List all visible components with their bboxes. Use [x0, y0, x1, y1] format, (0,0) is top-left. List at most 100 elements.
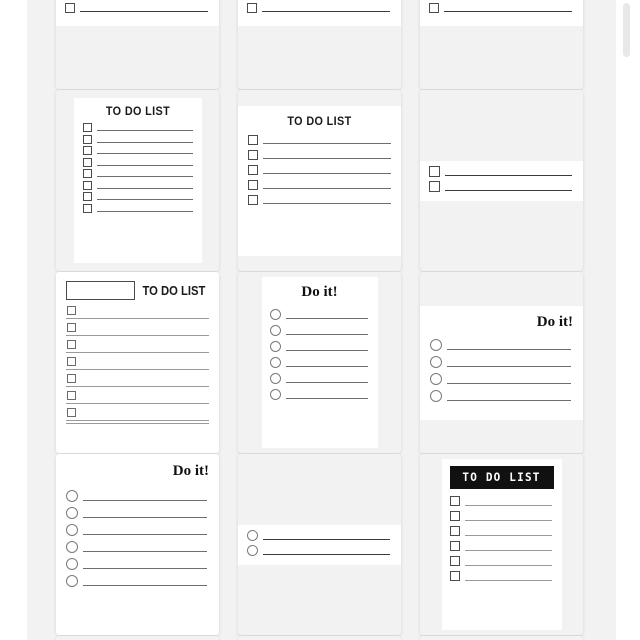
checkbox-marker-icon[interactable]	[82, 169, 92, 178]
writing-line	[285, 366, 368, 367]
template-title-banner: TO DO LIST	[449, 466, 554, 489]
writing-line	[464, 565, 552, 566]
template-preview	[238, 0, 401, 26]
list-item	[269, 357, 370, 368]
vertical-scrollbar-thumb[interactable]	[623, 3, 630, 57]
checkbox-marker-icon[interactable]	[248, 164, 258, 175]
checkbox-marker-icon[interactable]	[82, 180, 92, 190]
template-title: TO DO LIST	[287, 115, 352, 128]
checkbox-marker-icon[interactable]	[67, 340, 76, 349]
checkbox-marker-icon[interactable]	[67, 357, 76, 366]
checkbox-marker-icon[interactable]	[82, 123, 92, 132]
template-do-it-6-circles-right[interactable]: Do it!	[56, 454, 219, 635]
list-item	[269, 373, 370, 384]
list-item	[430, 389, 573, 402]
template-banner-partial-3[interactable]	[420, 636, 583, 640]
checkbox-marker-icon[interactable]	[247, 2, 257, 13]
radio-marker-icon[interactable]	[269, 373, 281, 384]
radio-marker-icon[interactable]	[66, 524, 78, 536]
writing-line	[464, 505, 552, 506]
radio-marker-icon[interactable]	[430, 389, 442, 402]
list-item	[248, 134, 391, 145]
template-gallery-scroll-area[interactable]: TO DO LIST TO DO LIST TO DO LIST Do it! Do i…	[27, 0, 616, 640]
radio-marker-icon[interactable]	[247, 544, 258, 556]
radio-marker-icon[interactable]	[247, 529, 258, 541]
checkbox-marker-icon[interactable]	[248, 179, 258, 190]
template-title: Do it!	[172, 463, 209, 479]
radio-marker-icon[interactable]	[66, 490, 78, 502]
writing-line	[96, 210, 193, 212]
template-item-list	[82, 123, 193, 213]
template-checkbox-3-lines-alt[interactable]	[238, 0, 401, 89]
radio-marker-icon[interactable]	[66, 558, 78, 570]
radio-marker-icon[interactable]	[269, 357, 281, 368]
template-minimal-2-circles[interactable]	[238, 454, 401, 635]
template-item-list	[430, 338, 573, 402]
template-todo-list-8-checkboxes[interactable]: TO DO LIST	[56, 90, 219, 271]
list-item	[66, 507, 209, 519]
checkbox-marker-icon[interactable]	[449, 496, 460, 506]
template-do-it-6-circles[interactable]: Do it!	[238, 272, 401, 453]
template-todo-list-boxed-title[interactable]: TO DO LIST	[56, 272, 219, 453]
checkbox-marker-icon[interactable]	[429, 2, 439, 13]
writing-line	[83, 551, 207, 552]
template-item-list	[247, 529, 392, 556]
title-input-box[interactable]	[66, 281, 136, 300]
vertical-scrollbar-track[interactable]	[623, 0, 636, 640]
checkbox-marker-icon[interactable]	[449, 511, 460, 521]
list-item	[82, 180, 193, 190]
checkbox-marker-icon[interactable]	[82, 203, 92, 213]
template-item-list	[247, 0, 392, 13]
checkbox-marker-icon[interactable]	[429, 180, 440, 192]
template-item-list	[248, 134, 391, 205]
template-banner-partial-2[interactable]	[238, 636, 401, 640]
radio-marker-icon[interactable]	[269, 341, 281, 352]
radio-marker-icon[interactable]	[66, 541, 78, 553]
checkbox-marker-icon[interactable]	[82, 157, 92, 167]
checkbox-marker-icon[interactable]	[449, 526, 460, 536]
checkbox-marker-icon[interactable]	[82, 146, 92, 155]
checkbox-marker-icon[interactable]	[82, 192, 92, 201]
checkbox-marker-icon[interactable]	[65, 2, 75, 13]
radio-marker-icon[interactable]	[66, 507, 78, 519]
list-item	[248, 194, 391, 205]
checkbox-marker-icon[interactable]	[67, 323, 76, 332]
checkbox-marker-icon[interactable]	[449, 556, 460, 566]
template-checkbox-3-lines-wide[interactable]	[420, 0, 583, 89]
checkbox-marker-icon[interactable]	[67, 391, 76, 400]
radio-marker-icon[interactable]	[269, 309, 281, 320]
checkbox-marker-icon[interactable]	[449, 541, 460, 551]
template-minimal-2-checkboxes[interactable]	[420, 90, 583, 271]
template-banner-partial-1[interactable]	[56, 636, 219, 640]
list-item	[66, 321, 209, 338]
checkbox-marker-icon[interactable]	[248, 149, 258, 160]
checkbox-marker-icon[interactable]	[449, 571, 460, 581]
template-todo-list-5-checkboxes[interactable]: TO DO LIST	[238, 90, 401, 271]
template-item-list	[429, 0, 574, 13]
list-item	[429, 180, 574, 192]
writing-line	[263, 538, 390, 540]
checkbox-marker-icon[interactable]	[248, 194, 258, 205]
radio-marker-icon[interactable]	[430, 338, 442, 351]
list-item	[66, 406, 209, 423]
radio-marker-icon[interactable]	[430, 372, 442, 385]
checkbox-marker-icon[interactable]	[248, 134, 258, 145]
checkbox-marker-icon[interactable]	[67, 408, 76, 417]
template-checkbox-3-lines[interactable]	[56, 0, 219, 89]
checkbox-marker-icon[interactable]	[82, 134, 92, 144]
template-item-list	[66, 490, 209, 587]
checkbox-marker-icon[interactable]	[67, 306, 76, 315]
checkbox-marker-icon[interactable]	[67, 374, 76, 383]
template-do-it-4-circles[interactable]: Do it!	[420, 272, 583, 453]
template-todo-list-black-banner[interactable]: TO DO LIST	[420, 454, 583, 635]
list-item	[82, 123, 193, 132]
list-item	[82, 192, 193, 201]
radio-marker-icon[interactable]	[66, 575, 78, 587]
list-item	[65, 2, 210, 13]
radio-marker-icon[interactable]	[430, 355, 442, 368]
radio-marker-icon[interactable]	[269, 389, 281, 400]
writing-line	[96, 164, 193, 166]
checkbox-marker-icon[interactable]	[429, 165, 440, 177]
writing-line	[96, 141, 193, 143]
radio-marker-icon[interactable]	[269, 325, 281, 336]
